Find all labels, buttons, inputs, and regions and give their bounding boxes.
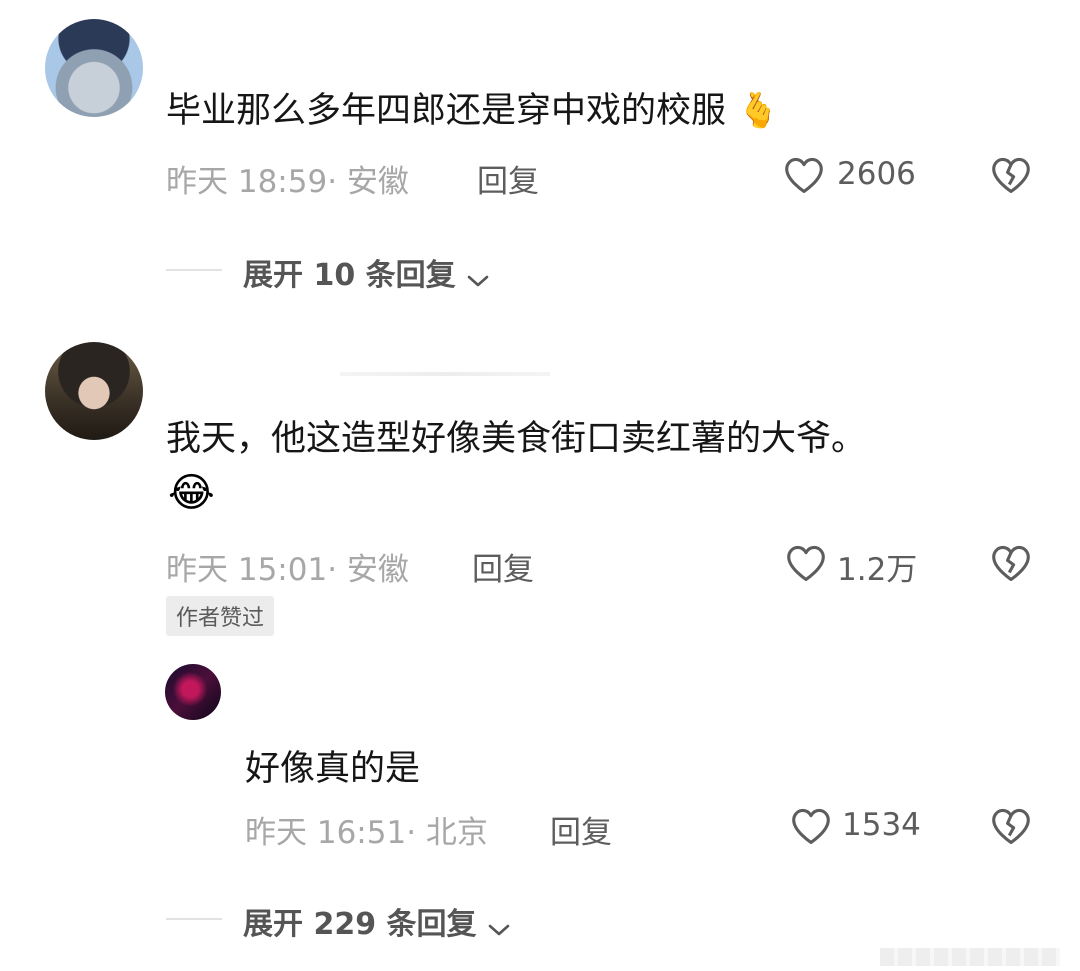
broken-heart-icon[interactable] bbox=[990, 156, 1032, 194]
comment-text: 毕业那么多年四郎还是穿中戏的校服 🫰 bbox=[166, 91, 780, 131]
user-avatar[interactable] bbox=[45, 342, 143, 440]
expand-replies-label: 展开 229 条回复 bbox=[243, 907, 477, 942]
author-liked-badge: 作者赞过 bbox=[166, 596, 275, 636]
like-count: 1534 bbox=[842, 807, 921, 843]
reply-button[interactable]: 回复 bbox=[472, 544, 534, 589]
like-count: 1.2万 bbox=[837, 552, 918, 588]
like-button[interactable]: 1.2万 bbox=[785, 542, 945, 588]
like-button[interactable]: 1534 bbox=[790, 805, 950, 847]
chevron-down-icon bbox=[488, 924, 509, 935]
expand-replies-button[interactable]: 展开 229 条回复 bbox=[243, 899, 512, 942]
comment-time-location: 昨天 18:59· 安徽 bbox=[166, 164, 409, 200]
laughing-tears-emoji: 😂 bbox=[168, 470, 215, 516]
divider-line bbox=[166, 918, 222, 920]
reply-button[interactable]: 回复 bbox=[550, 807, 612, 852]
reply-button[interactable]: 回复 bbox=[477, 156, 539, 201]
finger-heart-emoji: 🫰 bbox=[737, 91, 780, 131]
reply-time-location: 昨天 16:51· 北京 bbox=[245, 815, 488, 851]
faint-watermark bbox=[880, 948, 1060, 966]
like-button[interactable]: 2606 bbox=[783, 154, 943, 196]
expand-replies-label: 展开 10 条回复 bbox=[243, 258, 456, 293]
user-avatar[interactable] bbox=[165, 664, 221, 720]
comment-text: 我天，他这造型好像美食街口卖红薯的大爷。 bbox=[166, 419, 867, 459]
reply-text: 好像真的是 bbox=[245, 749, 421, 789]
broken-heart-icon[interactable] bbox=[990, 807, 1032, 845]
broken-heart-icon[interactable] bbox=[990, 544, 1032, 582]
chevron-down-icon bbox=[467, 275, 489, 286]
heart-outline-icon bbox=[785, 157, 823, 193]
comment-time-location: 昨天 15:01· 安徽 bbox=[166, 552, 409, 588]
heart-outline-icon bbox=[787, 545, 825, 581]
like-count: 2606 bbox=[837, 156, 916, 192]
faint-watermark bbox=[340, 372, 550, 376]
divider-line bbox=[166, 269, 222, 271]
heart-outline-icon bbox=[792, 808, 830, 844]
expand-replies-button[interactable]: 展开 10 条回复 bbox=[243, 250, 491, 293]
user-avatar[interactable] bbox=[45, 19, 143, 117]
